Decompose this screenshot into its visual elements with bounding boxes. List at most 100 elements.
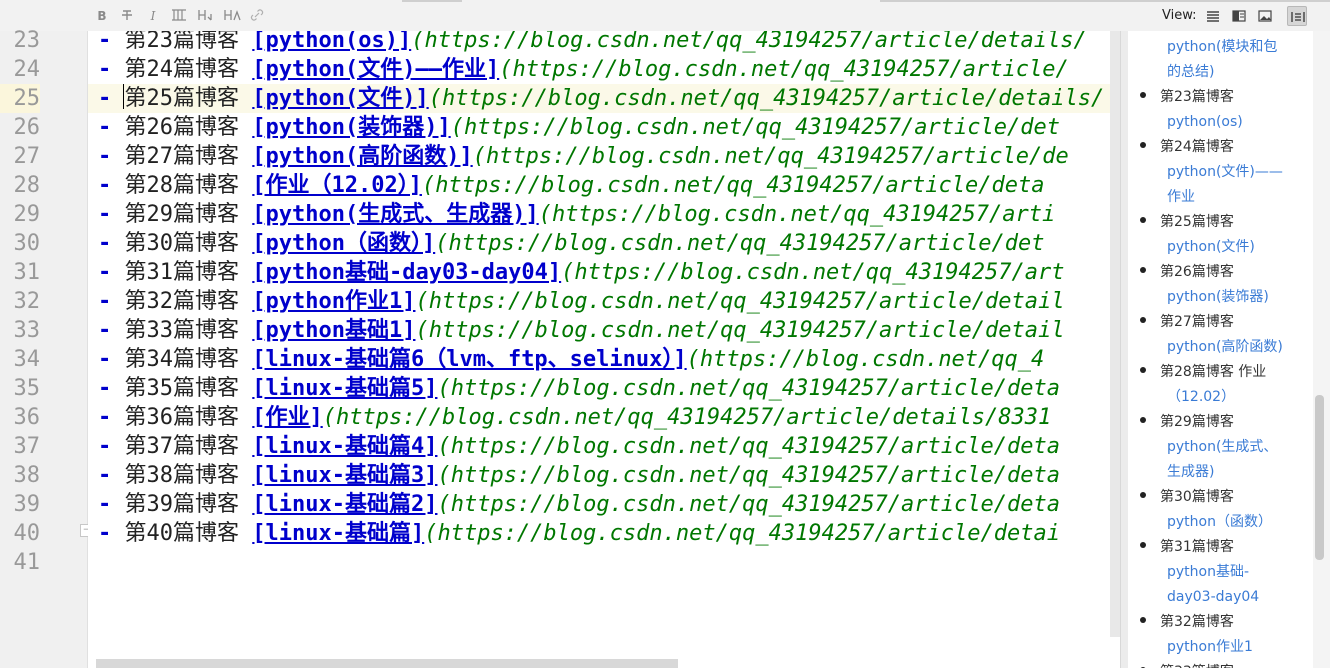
preview-link-continuation[interactable]: 的总结) bbox=[1167, 60, 1214, 85]
editor-line[interactable]: - 第28篇博客 [作业（12.02）](https://blog.csdn.n… bbox=[88, 171, 1110, 200]
editor-line[interactable]: - 第29篇博客 [python(生成式、生成器)](https://blog.… bbox=[88, 200, 1110, 229]
line-number: 35 bbox=[13, 376, 41, 401]
markdown-link-url: (https://blog.csdn.net/qq_43194257/artic… bbox=[428, 86, 1105, 111]
editor-line[interactable] bbox=[88, 548, 1110, 577]
preview-link[interactable]: （12.02） bbox=[1167, 385, 1235, 410]
editor-horizontal-scrollbar[interactable] bbox=[96, 659, 678, 668]
line-number: 24 bbox=[13, 57, 41, 82]
preview-link[interactable]: 生成器) bbox=[1167, 460, 1214, 485]
editor-line[interactable]: - 第23篇博客 [python(os)](https://blog.csdn.… bbox=[88, 31, 1110, 55]
markdown-editor[interactable]: - 第23篇博客 [python(os)](https://blog.csdn.… bbox=[88, 31, 1110, 668]
editor-line[interactable]: - 第25篇博客 [python(文件)](https://blog.csdn.… bbox=[88, 84, 1110, 113]
line-number: 28 bbox=[13, 173, 41, 198]
preview-link[interactable]: python(文件)—— bbox=[1167, 160, 1283, 185]
bold-button[interactable]: B bbox=[94, 8, 110, 24]
line-number: 40 bbox=[13, 521, 41, 546]
preview-item-label: 第29篇博客 bbox=[1160, 414, 1234, 430]
strikethrough-button[interactable] bbox=[119, 8, 135, 24]
editor-line[interactable]: - 第36篇博客 [作业](https://blog.csdn.net/qq_4… bbox=[88, 403, 1110, 432]
markdown-link-text: [python(生成式、生成器)] bbox=[252, 202, 539, 227]
text-caret bbox=[123, 84, 124, 109]
view-editor-only-button[interactable] bbox=[1203, 6, 1223, 26]
editor-line[interactable]: - 第38篇博客 [linux-基础篇3](https://blog.csdn.… bbox=[88, 461, 1110, 490]
markdown-link-url: (https://blog.csdn.net/qq_43194257/artic… bbox=[415, 318, 1065, 343]
preview-link[interactable]: 作业 bbox=[1167, 185, 1195, 210]
list-marker: - bbox=[98, 376, 125, 401]
editor-line[interactable]: - 第31篇博客 [python基础-day03-day04](https://… bbox=[88, 258, 1110, 287]
heading-button[interactable] bbox=[171, 8, 187, 24]
preview-scrollbar-track[interactable] bbox=[1313, 31, 1330, 668]
preview-link[interactable]: day03-day04 bbox=[1167, 585, 1259, 610]
list-marker: - bbox=[98, 31, 125, 53]
markdown-link-text: [linux-基础篇2] bbox=[252, 492, 438, 517]
markdown-link-text: [linux-基础篇5] bbox=[252, 376, 438, 401]
tab-indicator bbox=[402, 0, 462, 2]
list-marker: - bbox=[98, 289, 125, 314]
editor-line[interactable]: - 第27篇博客 [python(高阶函数)](https://blog.csd… bbox=[88, 142, 1110, 171]
strikethrough-icon bbox=[122, 10, 132, 20]
editor-line[interactable]: - 第26篇博客 [python(装饰器)](https://blog.csdn… bbox=[88, 113, 1110, 142]
editor-line[interactable]: - 第32篇博客 [python作业1](https://blog.csdn.n… bbox=[88, 287, 1110, 316]
heading-2-button[interactable] bbox=[223, 8, 241, 24]
editor-line[interactable]: - 第33篇博客 [python基础1](https://blog.csdn.n… bbox=[88, 316, 1110, 345]
line-prefix-text: 第33篇博客 bbox=[124, 318, 253, 343]
preview-link[interactable]: python（函数） bbox=[1167, 510, 1272, 535]
preview-list-item: 第32篇博客 bbox=[1140, 610, 1310, 635]
line-prefix-text: 第32篇博客 bbox=[124, 289, 253, 314]
editor-line[interactable]: - 第35篇博客 [linux-基础篇5](https://blog.csdn.… bbox=[88, 374, 1110, 403]
markdown-link-url: (https://blog.csdn.net/qq_43194257/arti bbox=[538, 202, 1056, 227]
markdown-link-text: [python(文件)] bbox=[252, 86, 429, 111]
markdown-link-url: (https://blog.csdn.net/qq_43194257/artic… bbox=[499, 57, 1069, 82]
markdown-link-url: (https://blog.csdn.net/qq_43194257/artic… bbox=[437, 463, 1060, 488]
editor-line[interactable]: - 第39篇博客 [linux-基础篇2](https://blog.csdn.… bbox=[88, 490, 1110, 519]
preview-link[interactable]: python作业1 bbox=[1167, 635, 1253, 660]
preview-link-continuation[interactable]: python(模块和包 bbox=[1167, 35, 1277, 60]
list-marker: - bbox=[98, 86, 125, 111]
line-number: 23 bbox=[13, 28, 41, 53]
heading-icon bbox=[172, 9, 186, 21]
preview-link[interactable]: python(文件) bbox=[1167, 235, 1255, 260]
editor-line[interactable]: - 第37篇博客 [linux-基础篇4](https://blog.csdn.… bbox=[88, 432, 1110, 461]
italic-button[interactable]: I bbox=[145, 8, 161, 24]
line-number: 26 bbox=[13, 115, 41, 140]
markdown-link-url: (https://blog.csdn.net/qq_43194257/artic… bbox=[415, 289, 1065, 314]
markdown-link-url: (https://blog.csdn.net/qq_43194257/artic… bbox=[424, 521, 1060, 546]
preview-link[interactable]: python(os) bbox=[1167, 110, 1243, 135]
preview-link[interactable]: python(装饰器) bbox=[1167, 285, 1269, 310]
bullet-icon bbox=[1140, 367, 1146, 373]
heading-2-icon bbox=[224, 10, 241, 21]
list-marker: - bbox=[98, 347, 125, 372]
image-icon bbox=[1258, 10, 1272, 22]
editor-line[interactable]: - 第30篇博客 [python（函数）](https://blog.csdn.… bbox=[88, 229, 1110, 258]
markdown-link-text: [linux-基础篇] bbox=[252, 521, 425, 546]
editor-line[interactable]: - 第34篇博客 [linux-基础篇6（lvm、ftp、selinux）](h… bbox=[88, 345, 1110, 374]
list-marker: - bbox=[98, 144, 125, 169]
preview-link[interactable]: python(高阶函数) bbox=[1167, 335, 1283, 360]
preview-list-item: 第24篇博客 bbox=[1140, 135, 1310, 160]
markdown-link-url: (https://blog.csdn.net/qq_43194257/artic… bbox=[437, 376, 1060, 401]
markdown-link-text: [linux-基础篇3] bbox=[252, 463, 438, 488]
editor-toolbar: B I View: bbox=[0, 0, 1330, 32]
editor-line[interactable]: - 第40篇博客 [linux-基础篇](https://blog.csdn.n… bbox=[88, 519, 1110, 548]
preview-item-label: 第32篇博客 bbox=[1160, 614, 1234, 630]
preview-list-item: 第33篇博客 bbox=[1140, 660, 1310, 668]
editor-vertical-scrollbar[interactable] bbox=[1110, 31, 1120, 637]
markdown-link-text: [python(文件)——作业] bbox=[252, 57, 500, 82]
heading-1-button[interactable] bbox=[197, 8, 213, 24]
heading-1-icon bbox=[198, 10, 212, 21]
markdown-link-url: (https://blog.csdn.net/qq_43194257/artic… bbox=[435, 231, 1045, 256]
editor-line[interactable]: - 第24篇博客 [python(文件)——作业](https://blog.c… bbox=[88, 55, 1110, 84]
line-number: 38 bbox=[13, 463, 41, 488]
bullet-icon bbox=[1140, 217, 1146, 223]
preview-link[interactable]: python基础- bbox=[1167, 560, 1249, 585]
list-marker: - bbox=[98, 318, 125, 343]
view-split-button[interactable] bbox=[1229, 6, 1249, 26]
view-preview-button[interactable] bbox=[1255, 6, 1275, 26]
link-button[interactable] bbox=[249, 8, 265, 24]
preview-item-label: 第33篇博客 bbox=[1160, 664, 1234, 668]
line-number: 41 bbox=[13, 550, 41, 575]
preview-link[interactable]: python(生成式、 bbox=[1167, 435, 1277, 460]
preview-scrollbar-thumb[interactable] bbox=[1315, 395, 1324, 560]
view-side-by-side-button[interactable] bbox=[1287, 6, 1307, 26]
line-prefix-text: 第29篇博客 bbox=[124, 202, 253, 227]
